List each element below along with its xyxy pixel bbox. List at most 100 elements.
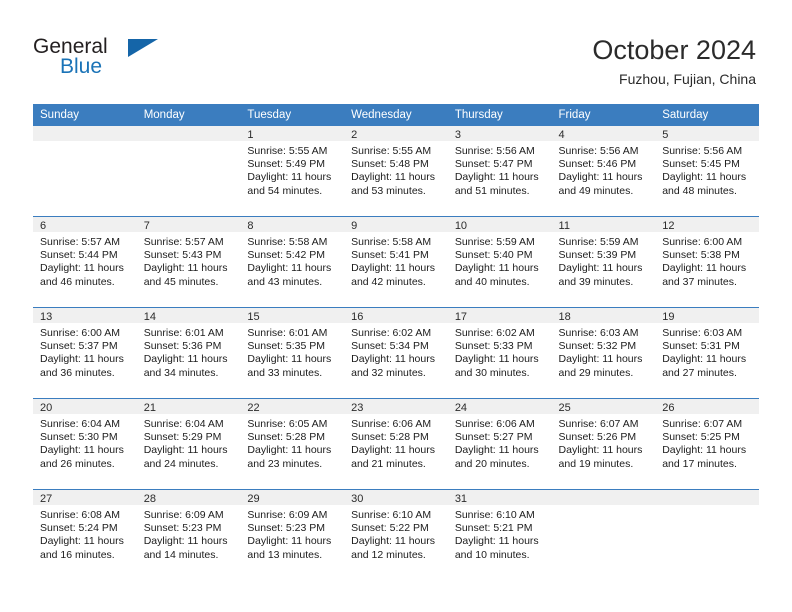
- calendar-day-cell[interactable]: 9 Sunrise: 5:58 AM Sunset: 5:41 PM Daylight…: [344, 216, 448, 308]
- daylight-text: Daylight: 11 hours and 39 minutes.: [558, 262, 643, 288]
- calendar-day-cell[interactable]: 8 Sunrise: 5:58 AM Sunset: 5:42 PM Daylight…: [240, 216, 345, 308]
- calendar-day-cell[interactable]: 31 Sunrise: 6:10 AM Sunset: 5:21 PM Dayligh…: [447, 489, 552, 580]
- day-cell-inner: 7 Sunrise: 5:57 AM Sunset: 5:43 PM Daylight…: [136, 217, 241, 307]
- day-cell-inner: [551, 490, 656, 580]
- day-number: 19: [655, 308, 759, 323]
- sunset-text: Sunset: 5:34 PM: [351, 340, 429, 353]
- sunset-text: Sunset: 5:32 PM: [558, 340, 637, 353]
- sunrise-text: Sunrise: 6:10 AM: [454, 509, 535, 521]
- day-cell-details: Sunrise: 5:58 AM Sunset: 5:42 PM Daylight:…: [240, 232, 344, 289]
- daylight-text: Daylight: 11 hours and 32 minutes.: [351, 353, 435, 379]
- sunrise-text: Sunrise: 6:02 AM: [454, 327, 535, 339]
- sunset-text: Sunset: 5:21 PM: [454, 522, 533, 535]
- calendar-day-cell[interactable]: 19 Sunrise: 6:03 AM Sunset: 5:31 PM Dayligh…: [655, 307, 759, 399]
- calendar-day-cell[interactable]: 29 Sunrise: 6:09 AM Sunset: 5:23 PM Dayligh…: [240, 489, 345, 580]
- calendar-week-row: 27 Sunrise: 6:08 AM Sunset: 5:24 PM Dayligh…: [33, 489, 759, 580]
- weekday-header-wednesday: Wednesday: [344, 104, 448, 126]
- day-number: 6: [33, 217, 137, 232]
- sunrise-text: Sunrise: 5:58 AM: [247, 236, 328, 248]
- sunset-text: Sunset: 5:43 PM: [143, 249, 222, 262]
- day-cell-inner: 23 Sunrise: 6:06 AM Sunset: 5:28 PM Dayligh…: [344, 399, 448, 489]
- calendar-day-cell[interactable]: 17 Sunrise: 6:02 AM Sunset: 5:33 PM Dayligh…: [447, 307, 552, 399]
- calendar-day-cell[interactable]: 2 Sunrise: 5:55 AM Sunset: 5:48 PM Daylight…: [344, 126, 448, 217]
- weekday-header-saturday: Saturday: [655, 104, 759, 126]
- daylight-text: Daylight: 11 hours and 17 minutes.: [662, 444, 747, 470]
- day-cell-details: Sunrise: 6:02 AM Sunset: 5:33 PM Daylight:…: [448, 323, 552, 380]
- sunrise-text: Sunrise: 6:07 AM: [662, 418, 743, 430]
- calendar-day-cell[interactable]: 4 Sunrise: 5:56 AM Sunset: 5:46 PM Daylight…: [551, 126, 656, 217]
- calendar-day-cell[interactable]: 21 Sunrise: 6:04 AM Sunset: 5:29 PM Dayligh…: [136, 398, 241, 490]
- brand-logo[interactable]: General Blue: [33, 36, 263, 88]
- day-cell-inner: 8 Sunrise: 5:58 AM Sunset: 5:42 PM Daylight…: [240, 217, 345, 307]
- day-number: 17: [447, 308, 552, 323]
- calendar-day-cell[interactable]: 11 Sunrise: 5:59 AM Sunset: 5:39 PM Dayligh…: [551, 216, 656, 308]
- day-cell-details: Sunrise: 6:00 AM Sunset: 5:38 PM Daylight:…: [655, 232, 759, 289]
- sunrise-text: Sunrise: 6:09 AM: [247, 509, 328, 521]
- calendar-week-row: 13 Sunrise: 6:00 AM Sunset: 5:37 PM Dayligh…: [33, 307, 759, 399]
- calendar-day-cell[interactable]: 12 Sunrise: 6:00 AM Sunset: 5:38 PM Dayligh…: [655, 216, 759, 308]
- day-number: 18: [551, 308, 656, 323]
- calendar-day-cell[interactable]: 28 Sunrise: 6:09 AM Sunset: 5:23 PM Dayligh…: [136, 489, 241, 580]
- calendar-day-cell[interactable]: 18 Sunrise: 6:03 AM Sunset: 5:32 PM Dayligh…: [551, 307, 656, 399]
- calendar-day-cell[interactable]: 6 Sunrise: 5:57 AM Sunset: 5:44 PM Daylight…: [33, 216, 137, 308]
- calendar-day-cell[interactable]: 23 Sunrise: 6:06 AM Sunset: 5:28 PM Dayligh…: [344, 398, 448, 490]
- calendar-day-cell[interactable]: 13 Sunrise: 6:00 AM Sunset: 5:37 PM Dayligh…: [33, 307, 137, 399]
- day-cell-details: Sunrise: 6:03 AM Sunset: 5:31 PM Daylight:…: [655, 323, 759, 380]
- daylight-text: Daylight: 11 hours and 20 minutes.: [454, 444, 539, 470]
- calendar-week-row: 20 Sunrise: 6:04 AM Sunset: 5:30 PM Dayligh…: [33, 398, 759, 490]
- day-cell-inner: 5 Sunrise: 5:56 AM Sunset: 5:45 PM Daylight…: [655, 126, 759, 216]
- sunset-text: Sunset: 5:49 PM: [247, 158, 326, 171]
- sunset-text: Sunset: 5:28 PM: [247, 431, 326, 444]
- day-number: 12: [655, 217, 759, 232]
- day-cell-inner: [136, 126, 241, 216]
- day-cell-details: Sunrise: 6:06 AM Sunset: 5:28 PM Daylight:…: [344, 414, 448, 471]
- calendar-day-cell[interactable]: 27 Sunrise: 6:08 AM Sunset: 5:24 PM Dayligh…: [33, 489, 137, 580]
- sunset-text: Sunset: 5:30 PM: [40, 431, 118, 444]
- calendar-day-cell[interactable]: 1 Sunrise: 5:55 AM Sunset: 5:49 PM Daylight…: [240, 126, 345, 217]
- day-cell-inner: 24 Sunrise: 6:06 AM Sunset: 5:27 PM Dayligh…: [447, 399, 552, 489]
- calendar-day-cell[interactable]: 5 Sunrise: 5:56 AM Sunset: 5:45 PM Daylight…: [655, 126, 759, 217]
- calendar-day-cell[interactable]: 30 Sunrise: 6:10 AM Sunset: 5:22 PM Dayligh…: [344, 489, 448, 580]
- calendar-day-cell[interactable]: 24 Sunrise: 6:06 AM Sunset: 5:27 PM Dayligh…: [447, 398, 552, 490]
- calendar-day-cell[interactable]: 14 Sunrise: 6:01 AM Sunset: 5:36 PM Dayligh…: [136, 307, 241, 399]
- sunset-text: Sunset: 5:45 PM: [662, 158, 740, 171]
- calendar-day-cell[interactable]: 16 Sunrise: 6:02 AM Sunset: 5:34 PM Dayligh…: [344, 307, 448, 399]
- calendar-day-cell[interactable]: 7 Sunrise: 5:57 AM Sunset: 5:43 PM Daylight…: [136, 216, 241, 308]
- day-cell-details: Sunrise: 6:01 AM Sunset: 5:35 PM Daylight:…: [240, 323, 344, 380]
- sunset-text: Sunset: 5:26 PM: [558, 431, 637, 444]
- day-cell-inner: 1 Sunrise: 5:55 AM Sunset: 5:49 PM Daylight…: [240, 126, 345, 216]
- day-number: 15: [240, 308, 345, 323]
- sunset-text: Sunset: 5:48 PM: [351, 158, 429, 171]
- sunrise-text: Sunrise: 6:03 AM: [558, 327, 639, 339]
- daylight-text: Daylight: 11 hours and 34 minutes.: [143, 353, 228, 379]
- calendar-day-cell[interactable]: 25 Sunrise: 6:07 AM Sunset: 5:26 PM Dayligh…: [551, 398, 656, 490]
- day-cell-details: Sunrise: 5:57 AM Sunset: 5:43 PM Daylight:…: [137, 232, 241, 289]
- day-number: [33, 126, 137, 141]
- day-cell-details: Sunrise: 5:56 AM Sunset: 5:46 PM Daylight:…: [552, 141, 656, 198]
- sunrise-text: Sunrise: 6:04 AM: [40, 418, 120, 430]
- calendar-day-cell[interactable]: 10 Sunrise: 5:59 AM Sunset: 5:40 PM Dayligh…: [447, 216, 552, 308]
- calendar-day-cell[interactable]: 26 Sunrise: 6:07 AM Sunset: 5:25 PM Dayligh…: [655, 398, 759, 490]
- day-number: [136, 126, 241, 141]
- daylight-text: Daylight: 11 hours and 53 minutes.: [351, 171, 435, 197]
- day-cell-details: Sunrise: 6:04 AM Sunset: 5:30 PM Daylight:…: [33, 414, 137, 471]
- daylight-text: Daylight: 11 hours and 26 minutes.: [40, 444, 124, 470]
- sunset-text: Sunset: 5:33 PM: [454, 340, 533, 353]
- triangle-logo-icon: [128, 39, 158, 57]
- calendar-day-cell[interactable]: 22 Sunrise: 6:05 AM Sunset: 5:28 PM Dayligh…: [240, 398, 345, 490]
- calendar-day-cell[interactable]: 15 Sunrise: 6:01 AM Sunset: 5:35 PM Dayligh…: [240, 307, 345, 399]
- calendar-day-cell[interactable]: 20 Sunrise: 6:04 AM Sunset: 5:30 PM Dayligh…: [33, 398, 137, 490]
- day-number: 26: [655, 399, 759, 414]
- day-cell-inner: 29 Sunrise: 6:09 AM Sunset: 5:23 PM Dayligh…: [240, 490, 345, 580]
- weekday-header-tuesday: Tuesday: [240, 104, 345, 126]
- calendar-day-cell-empty: [33, 126, 137, 217]
- calendar-day-cell[interactable]: 3 Sunrise: 5:56 AM Sunset: 5:47 PM Daylight…: [447, 126, 552, 217]
- day-cell-inner: 27 Sunrise: 6:08 AM Sunset: 5:24 PM Dayligh…: [33, 490, 137, 580]
- sunrise-text: Sunrise: 6:05 AM: [247, 418, 328, 430]
- calendar-week-row: 6 Sunrise: 5:57 AM Sunset: 5:44 PM Daylight…: [33, 216, 759, 308]
- day-cell-details: Sunrise: 5:56 AM Sunset: 5:45 PM Daylight:…: [655, 141, 759, 198]
- day-number: [655, 490, 759, 505]
- daylight-text: Daylight: 11 hours and 24 minutes.: [143, 444, 228, 470]
- day-number: 22: [240, 399, 345, 414]
- day-number: 14: [136, 308, 241, 323]
